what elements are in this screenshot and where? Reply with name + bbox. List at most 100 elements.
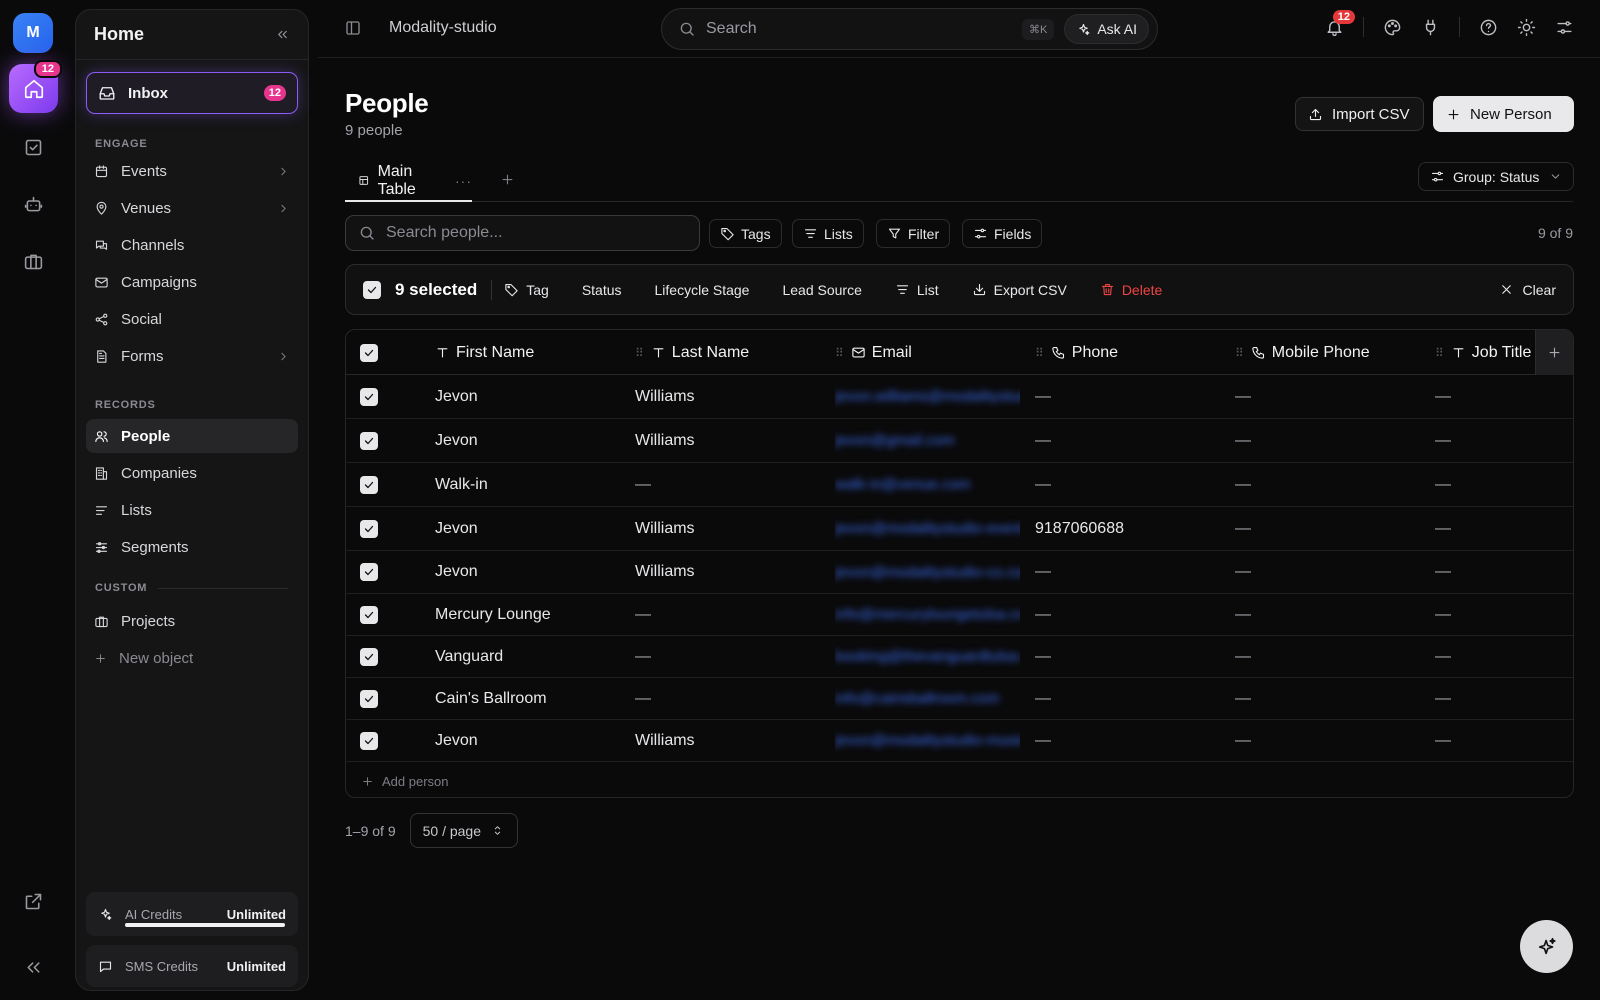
phone-cell[interactable]: 9187060688 xyxy=(1035,507,1124,550)
email-cell[interactable]: jevon@modalitystudio-events.com xyxy=(835,507,1020,550)
add-view-button[interactable] xyxy=(500,172,515,187)
workspace-avatar[interactable]: M xyxy=(13,13,53,53)
new-person-button[interactable]: New Person xyxy=(1433,96,1574,132)
email-cell[interactable]: jevon@modalitystudio-co.com xyxy=(835,551,1020,593)
email-cell[interactable]: jevon@modalitystudio-music.com xyxy=(835,720,1020,761)
help-button[interactable] xyxy=(1479,18,1498,37)
mobile-cell[interactable]: — xyxy=(1235,678,1251,719)
first-cell[interactable]: Mercury Lounge xyxy=(435,594,551,635)
first-cell[interactable]: Jevon xyxy=(435,419,478,462)
table-row[interactable]: Jevon Williams jevon@modalitystudio-music.… xyxy=(346,720,1573,762)
sidebar-item-social[interactable]: Social xyxy=(86,302,298,336)
phone-cell[interactable]: — xyxy=(1035,419,1051,462)
home-button[interactable]: 12 xyxy=(9,60,62,113)
tags-filter-button[interactable]: Tags xyxy=(709,219,782,248)
sms-credits-card[interactable]: SMS Credits Unlimited xyxy=(86,945,298,987)
mobile-cell[interactable]: — xyxy=(1235,720,1251,761)
select-all-checkbox[interactable] xyxy=(360,343,378,362)
last-cell[interactable]: — xyxy=(635,636,651,677)
sidebar-item-inbox[interactable]: Inbox 12 xyxy=(86,72,298,114)
column-mobile-phone[interactable]: ⠿ Mobile Phone xyxy=(1235,330,1370,375)
fields-button[interactable]: Fields xyxy=(962,219,1043,248)
table-row[interactable]: Mercury Lounge — info@mercuryloungetulsa.c… xyxy=(346,594,1573,636)
last-cell[interactable]: Williams xyxy=(635,375,695,418)
table-row[interactable]: Walk-in — walk-in@venue.com — — — xyxy=(346,463,1573,507)
job-cell[interactable]: — xyxy=(1435,419,1451,462)
sidebar-item-events[interactable]: Events xyxy=(86,154,298,188)
sidebar-item-segments[interactable]: Segments xyxy=(86,530,298,564)
ask-ai-button[interactable]: Ask AI xyxy=(1064,14,1149,44)
column-last-name[interactable]: ⠿ Last Name xyxy=(635,330,749,375)
last-cell[interactable]: Williams xyxy=(635,551,695,593)
sidebar-item-venues[interactable]: Venues xyxy=(86,191,298,225)
ai-assistant-button[interactable] xyxy=(1520,920,1573,973)
filter-button[interactable]: Filter xyxy=(876,219,951,248)
table-row[interactable]: Jevon Williams jevon.williams@modalitystud… xyxy=(346,375,1573,419)
drag-handle-icon[interactable]: ⠿ xyxy=(1435,346,1444,360)
new-object-button[interactable]: New object xyxy=(86,641,298,675)
open-external-button[interactable] xyxy=(20,888,46,914)
sidebar-item-channels[interactable]: Channels xyxy=(86,228,298,262)
collapse-sidebar-button[interactable] xyxy=(275,27,290,42)
phone-cell[interactable]: — xyxy=(1035,375,1051,418)
settings-button[interactable] xyxy=(1555,18,1574,37)
agents-button[interactable] xyxy=(20,191,46,217)
job-cell[interactable]: — xyxy=(1435,636,1451,677)
global-search-input[interactable]: Search ⌘K Ask AI xyxy=(661,8,1158,50)
column-phone[interactable]: ⠿ Phone xyxy=(1035,330,1118,375)
first-cell[interactable]: Jevon xyxy=(435,720,478,761)
mobile-cell[interactable]: — xyxy=(1235,419,1251,462)
bulk-list-button[interactable]: List xyxy=(895,282,939,298)
mobile-cell[interactable]: — xyxy=(1235,507,1251,550)
row-checkbox[interactable] xyxy=(360,431,378,450)
bulk-lead-source-button[interactable]: Lead Source xyxy=(782,282,861,298)
phone-cell[interactable]: — xyxy=(1035,463,1051,506)
row-checkbox[interactable] xyxy=(360,519,378,538)
mobile-cell[interactable]: — xyxy=(1235,463,1251,506)
last-cell[interactable]: — xyxy=(635,594,651,635)
tasks-button[interactable] xyxy=(20,134,46,160)
lists-filter-button[interactable]: Lists xyxy=(792,219,864,248)
sidebar-item-companies[interactable]: Companies xyxy=(86,456,298,490)
workspace-name[interactable]: Modality-studio xyxy=(389,19,497,37)
table-row[interactable]: Jevon Williams jevon@modalitystudio-events… xyxy=(346,507,1573,551)
job-cell[interactable]: — xyxy=(1435,375,1451,418)
first-cell[interactable]: Walk-in xyxy=(435,463,488,506)
phone-cell[interactable]: — xyxy=(1035,720,1051,761)
drag-handle-icon[interactable]: ⠿ xyxy=(1235,346,1244,360)
first-cell[interactable]: Vanguard xyxy=(435,636,503,677)
phone-cell[interactable]: — xyxy=(1035,678,1051,719)
row-checkbox[interactable] xyxy=(360,563,378,581)
tab-more-icon[interactable]: ··· xyxy=(455,173,472,189)
phone-cell[interactable]: — xyxy=(1035,551,1051,593)
import-csv-button[interactable]: Import CSV xyxy=(1295,97,1424,131)
job-cell[interactable]: — xyxy=(1435,720,1451,761)
sidebar-item-people[interactable]: People xyxy=(86,419,298,453)
first-cell[interactable]: Jevon xyxy=(435,507,478,550)
phone-cell[interactable]: — xyxy=(1035,636,1051,677)
first-cell[interactable]: Cain's Ballroom xyxy=(435,678,547,719)
bulk-export-csv-button[interactable]: Export CSV xyxy=(972,282,1067,298)
first-cell[interactable]: Jevon xyxy=(435,375,478,418)
bulk-select-checkbox[interactable] xyxy=(363,280,381,299)
row-checkbox[interactable] xyxy=(360,605,378,624)
drag-handle-icon[interactable]: ⠿ xyxy=(1035,346,1044,360)
drag-handle-icon[interactable]: ⠿ xyxy=(635,346,644,360)
table-row[interactable]: Jevon Williams jevon@gmail.com — — — xyxy=(346,419,1573,463)
drag-handle-icon[interactable]: ⠿ xyxy=(835,346,844,360)
last-cell[interactable]: — xyxy=(635,678,651,719)
email-cell[interactable]: jevon@gmail.com xyxy=(835,419,1020,462)
table-row[interactable]: Vanguard — booking@thevanguardtulsa.com — — — xyxy=(346,636,1573,678)
bulk-lifecycle-button[interactable]: Lifecycle Stage xyxy=(655,282,750,298)
mobile-cell[interactable]: — xyxy=(1235,636,1251,677)
sidebar-item-lists[interactable]: Lists xyxy=(86,493,298,527)
page-size-select[interactable]: 50 / page xyxy=(409,813,518,848)
expand-rail-button[interactable] xyxy=(20,954,46,980)
bulk-status-button[interactable]: Status xyxy=(582,282,622,298)
theme-toggle-button[interactable] xyxy=(1517,18,1536,37)
toggle-sidebar-button[interactable] xyxy=(344,19,362,37)
add-person-button[interactable]: Add person xyxy=(361,765,449,797)
email-cell[interactable]: jevon.williams@modalitystudio.com xyxy=(835,375,1020,418)
mobile-cell[interactable]: — xyxy=(1235,375,1251,418)
integrations-button[interactable] xyxy=(1421,18,1440,37)
